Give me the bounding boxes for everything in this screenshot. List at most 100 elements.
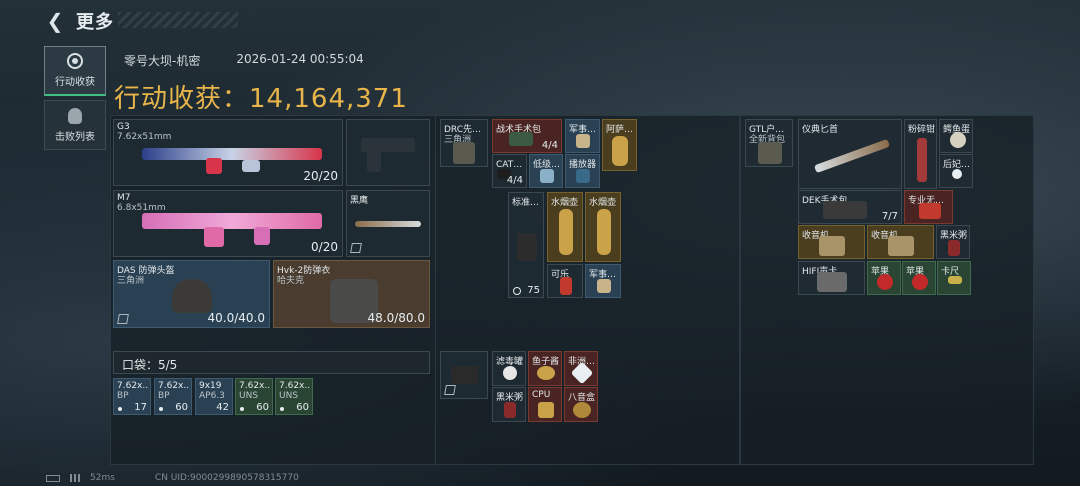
rig-item[interactable]: 播放器 <box>565 154 600 188</box>
rig-item[interactable]: CAT止... 4/4 <box>492 154 527 188</box>
rig-mid-item[interactable]: 可乐 <box>547 264 583 298</box>
tab-kills[interactable]: 击败列表 <box>44 100 106 150</box>
pocket-slot[interactable]: 7.62x.. UNS 60 <box>275 378 313 415</box>
backpack-item[interactable]: 收音机 <box>798 225 865 259</box>
caliper-icon <box>948 276 962 284</box>
rig-mid-item[interactable]: 水烟壶 <box>547 192 583 262</box>
rig-item[interactable]: 阿萨拉... <box>602 119 637 171</box>
ammo-caliber: 9x19 <box>199 381 222 391</box>
backpack-item[interactable]: 苹果 <box>902 261 936 295</box>
backpack-item[interactable]: DEK手术包 7/7 <box>798 190 902 224</box>
backpack-item[interactable]: 收音机 <box>867 225 934 259</box>
battery-icon <box>46 474 60 482</box>
player-icon <box>576 169 590 183</box>
armor-plate-icon <box>517 233 537 261</box>
backpack-item[interactable]: HIFI声卡 <box>798 261 865 295</box>
egg-icon <box>950 132 966 148</box>
item-count: 4/4 <box>506 175 523 186</box>
earring-icon <box>952 169 962 179</box>
ammo-count: 60 <box>175 402 188 413</box>
backpack-item[interactable]: 鳄鱼蛋 <box>939 119 973 153</box>
safe-box-slot[interactable] <box>440 351 488 399</box>
rig-mid-item[interactable]: 水烟壶 <box>585 192 621 262</box>
ammo-count: 60 <box>256 402 269 413</box>
pocket-slot[interactable]: 7.62x.. BP 17 <box>113 378 151 415</box>
vest-origin: 哈夫克 <box>277 276 305 286</box>
weapon-name: G3 <box>117 122 130 132</box>
insured-icon <box>444 385 456 395</box>
armor-plate-slot[interactable]: 标准护... 75 <box>508 192 544 298</box>
vest-durability: 48.0/80.0 <box>367 311 425 325</box>
melee-slot[interactable]: 黑鹰 <box>346 190 430 257</box>
pouch-item[interactable]: 八音盒 <box>564 387 598 422</box>
backpack-item[interactable]: 卡尺 <box>937 261 971 295</box>
helmet-origin: 三角洲 <box>117 276 145 286</box>
page-title: 更多 <box>76 12 114 33</box>
sound-card-icon <box>817 272 847 292</box>
rig-icon <box>453 142 475 164</box>
surgery-kit-icon <box>509 132 533 146</box>
backpack-item[interactable]: 后妃耳... <box>939 154 973 188</box>
rig-item[interactable]: 低级燃... <box>529 154 563 188</box>
pouch-item[interactable]: CPU <box>528 387 562 422</box>
pouch-item[interactable]: 滤毒罐 <box>492 351 526 386</box>
knife-icon <box>355 221 421 227</box>
item-name: 水烟壶 <box>589 198 617 208</box>
pocket-slot[interactable]: 7.62x.. BP 60 <box>154 378 192 415</box>
m7-mag-icon <box>204 227 224 247</box>
pouch-item[interactable]: 非洲之... <box>564 351 598 386</box>
radio-icon <box>888 236 914 256</box>
vest-slot[interactable]: Hvk-2防弹衣 哈夫克 48.0/80.0 <box>273 260 430 328</box>
rig-item[interactable]: 战术手术包 4/4 <box>492 119 562 153</box>
safe-box-icon <box>451 366 479 384</box>
rice-porridge-icon <box>504 402 516 418</box>
item-count: 4/4 <box>541 140 558 151</box>
ammo-dot-icon <box>240 407 244 411</box>
ammo-count: 42 <box>216 402 229 413</box>
backpack-item[interactable]: 专业无卡... <box>904 190 953 224</box>
backpack-item[interactable]: 苹果 <box>867 261 901 295</box>
rice-porridge-icon <box>948 240 960 256</box>
ewer-icon <box>612 136 628 166</box>
weapon-ammo: 20/20 <box>303 169 338 183</box>
back-arrow-icon[interactable]: ❮ <box>44 9 66 33</box>
pouch-item[interactable]: 鱼子酱 <box>528 351 562 386</box>
weapon-slot-sidearm-empty[interactable] <box>346 119 430 186</box>
tab-loot[interactable]: 行动收获 <box>44 46 106 96</box>
backpack-item[interactable]: 黑米粥 <box>936 225 970 259</box>
tab-loot-label: 行动收获 <box>55 77 95 88</box>
weapon-slot-primary[interactable]: G3 7.62x51mm 20/20 <box>113 119 343 186</box>
weapon-ammo: 0/20 <box>311 240 338 254</box>
item-count: 7/7 <box>881 211 898 222</box>
uid-text: CN UID:9000299890578315770 <box>154 473 299 483</box>
backpack-item[interactable]: 仪典匕首 <box>798 119 902 189</box>
ceremonial-dagger-icon <box>813 138 891 174</box>
surgery-kit-icon <box>823 201 867 219</box>
ammo-type: UNS <box>279 391 299 401</box>
pouch-item[interactable]: 黑米粥 <box>492 387 526 422</box>
pocket-slot[interactable]: 9x19 AP6.3 42 <box>195 378 233 415</box>
cpu-icon <box>538 402 554 418</box>
caviar-icon <box>537 366 555 380</box>
helmet-slot[interactable]: DAS 防弹头盔 三角洲 40.0/40.0 <box>113 260 270 328</box>
cola-icon <box>560 277 572 295</box>
rig-mid-item[interactable]: 军事情... <box>585 264 621 298</box>
ammo-dot-icon <box>280 407 284 411</box>
g3-grip-icon <box>206 158 222 174</box>
footer: 52ms CN UID:9000299890578315770 <box>46 473 299 483</box>
ping-text: 52ms <box>90 473 115 483</box>
loot-label: 行动收获： <box>114 84 250 114</box>
pistol-grip-silhouette-icon <box>367 150 381 172</box>
filter-can-icon <box>503 366 517 380</box>
apple-icon <box>912 274 928 290</box>
rig-item[interactable]: 军事情... <box>565 119 600 153</box>
weapon-slot-secondary[interactable]: M7 6.8x51mm 0/20 <box>113 190 343 257</box>
pocket-slot[interactable]: 7.62x.. UNS 60 <box>235 378 273 415</box>
shield-icon <box>513 287 521 295</box>
chest-rig-slot[interactable]: DRC先进... 三角洲 <box>440 119 488 167</box>
item-name: 阿萨拉... <box>606 125 636 135</box>
backpack-slot[interactable]: GTL户外... 全新背包 <box>745 119 793 167</box>
backpack-item[interactable]: 粉碎钳 <box>904 119 937 189</box>
pocket-label: 口袋：5/5 <box>122 358 178 372</box>
intel-icon <box>597 279 611 293</box>
